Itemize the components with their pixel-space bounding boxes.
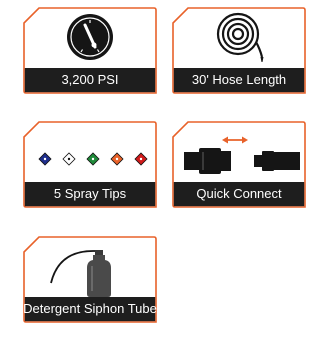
feature-label: 30' Hose Length [191, 71, 287, 87]
feature-card-quick-connect: Quick Connect [172, 121, 306, 208]
feature-label: Quick Connect [196, 185, 282, 201]
feature-card-spray-tips: 5 Spray Tips [23, 121, 157, 208]
feature-card-pressure: 3,200 PSI [23, 7, 157, 94]
feature-card-hose: 30' Hose Length [172, 7, 306, 94]
feature-label: Detergent Siphon Tube [23, 300, 157, 316]
feature-label: 3,200 PSI [61, 71, 119, 87]
feature-card-detergent-siphon: Detergent Siphon Tube [23, 236, 157, 323]
feature-label: 5 Spray Tips [53, 185, 127, 201]
